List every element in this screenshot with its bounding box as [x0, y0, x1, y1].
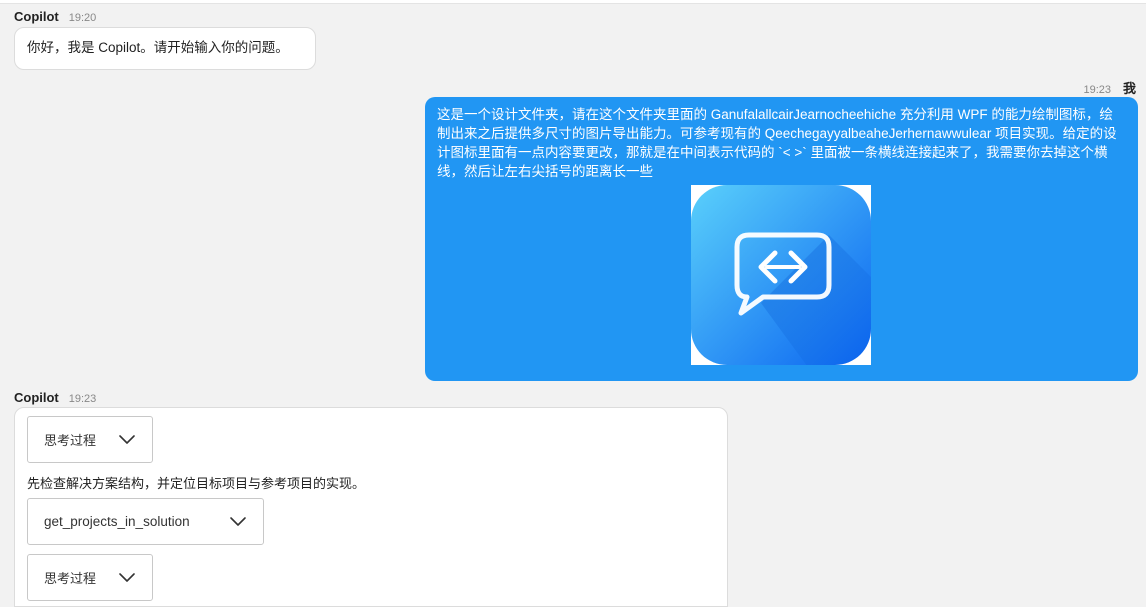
- thinking-process-toggle-2[interactable]: 思考过程: [27, 554, 153, 601]
- chevron-down-icon: [119, 572, 135, 582]
- tool-call-toggle[interactable]: get_projects_in_solution: [27, 498, 264, 545]
- user-message-bubble: 这是一个设计文件夹，请在这个文件夹里面的 GanufalallcairJearn…: [425, 97, 1138, 381]
- toggle-label: 思考过程: [44, 433, 97, 448]
- message-time: 19:20: [68, 12, 97, 24]
- message-text: 这是一个设计文件夹，请在这个文件夹里面的 GanufalallcairJearn…: [437, 107, 1117, 179]
- thinking-process-toggle[interactable]: 思考过程: [27, 416, 153, 463]
- message-header-copilot-1: Copilot 19:20: [14, 9, 96, 24]
- sender-name: 我: [1122, 81, 1136, 96]
- message-text: 你好，我是 Copilot。请开始输入你的问题。: [27, 40, 289, 55]
- message-header-user: 19:23 我: [1083, 78, 1136, 97]
- chevron-down-icon: [119, 434, 135, 444]
- message-time: 19:23: [68, 393, 97, 405]
- copilot-message-bubble-1: 你好，我是 Copilot。请开始输入你的问题。: [14, 27, 316, 70]
- window-top-border: [0, 0, 1146, 4]
- message-time: 19:23: [1083, 84, 1111, 96]
- tool-call-label: get_projects_in_solution: [44, 514, 190, 529]
- attached-image[interactable]: [691, 185, 871, 365]
- sender-name: Copilot: [14, 390, 59, 405]
- sender-name: Copilot: [14, 9, 59, 24]
- toggle-label: 思考过程: [44, 571, 97, 586]
- assistant-intro-text: 先检查解决方案结构，并定位目标项目与参考项目的实现。: [27, 476, 366, 491]
- chat-code-icon: [691, 185, 871, 365]
- message-header-copilot-2: Copilot 19:23: [14, 390, 96, 405]
- chevron-down-icon: [230, 516, 246, 526]
